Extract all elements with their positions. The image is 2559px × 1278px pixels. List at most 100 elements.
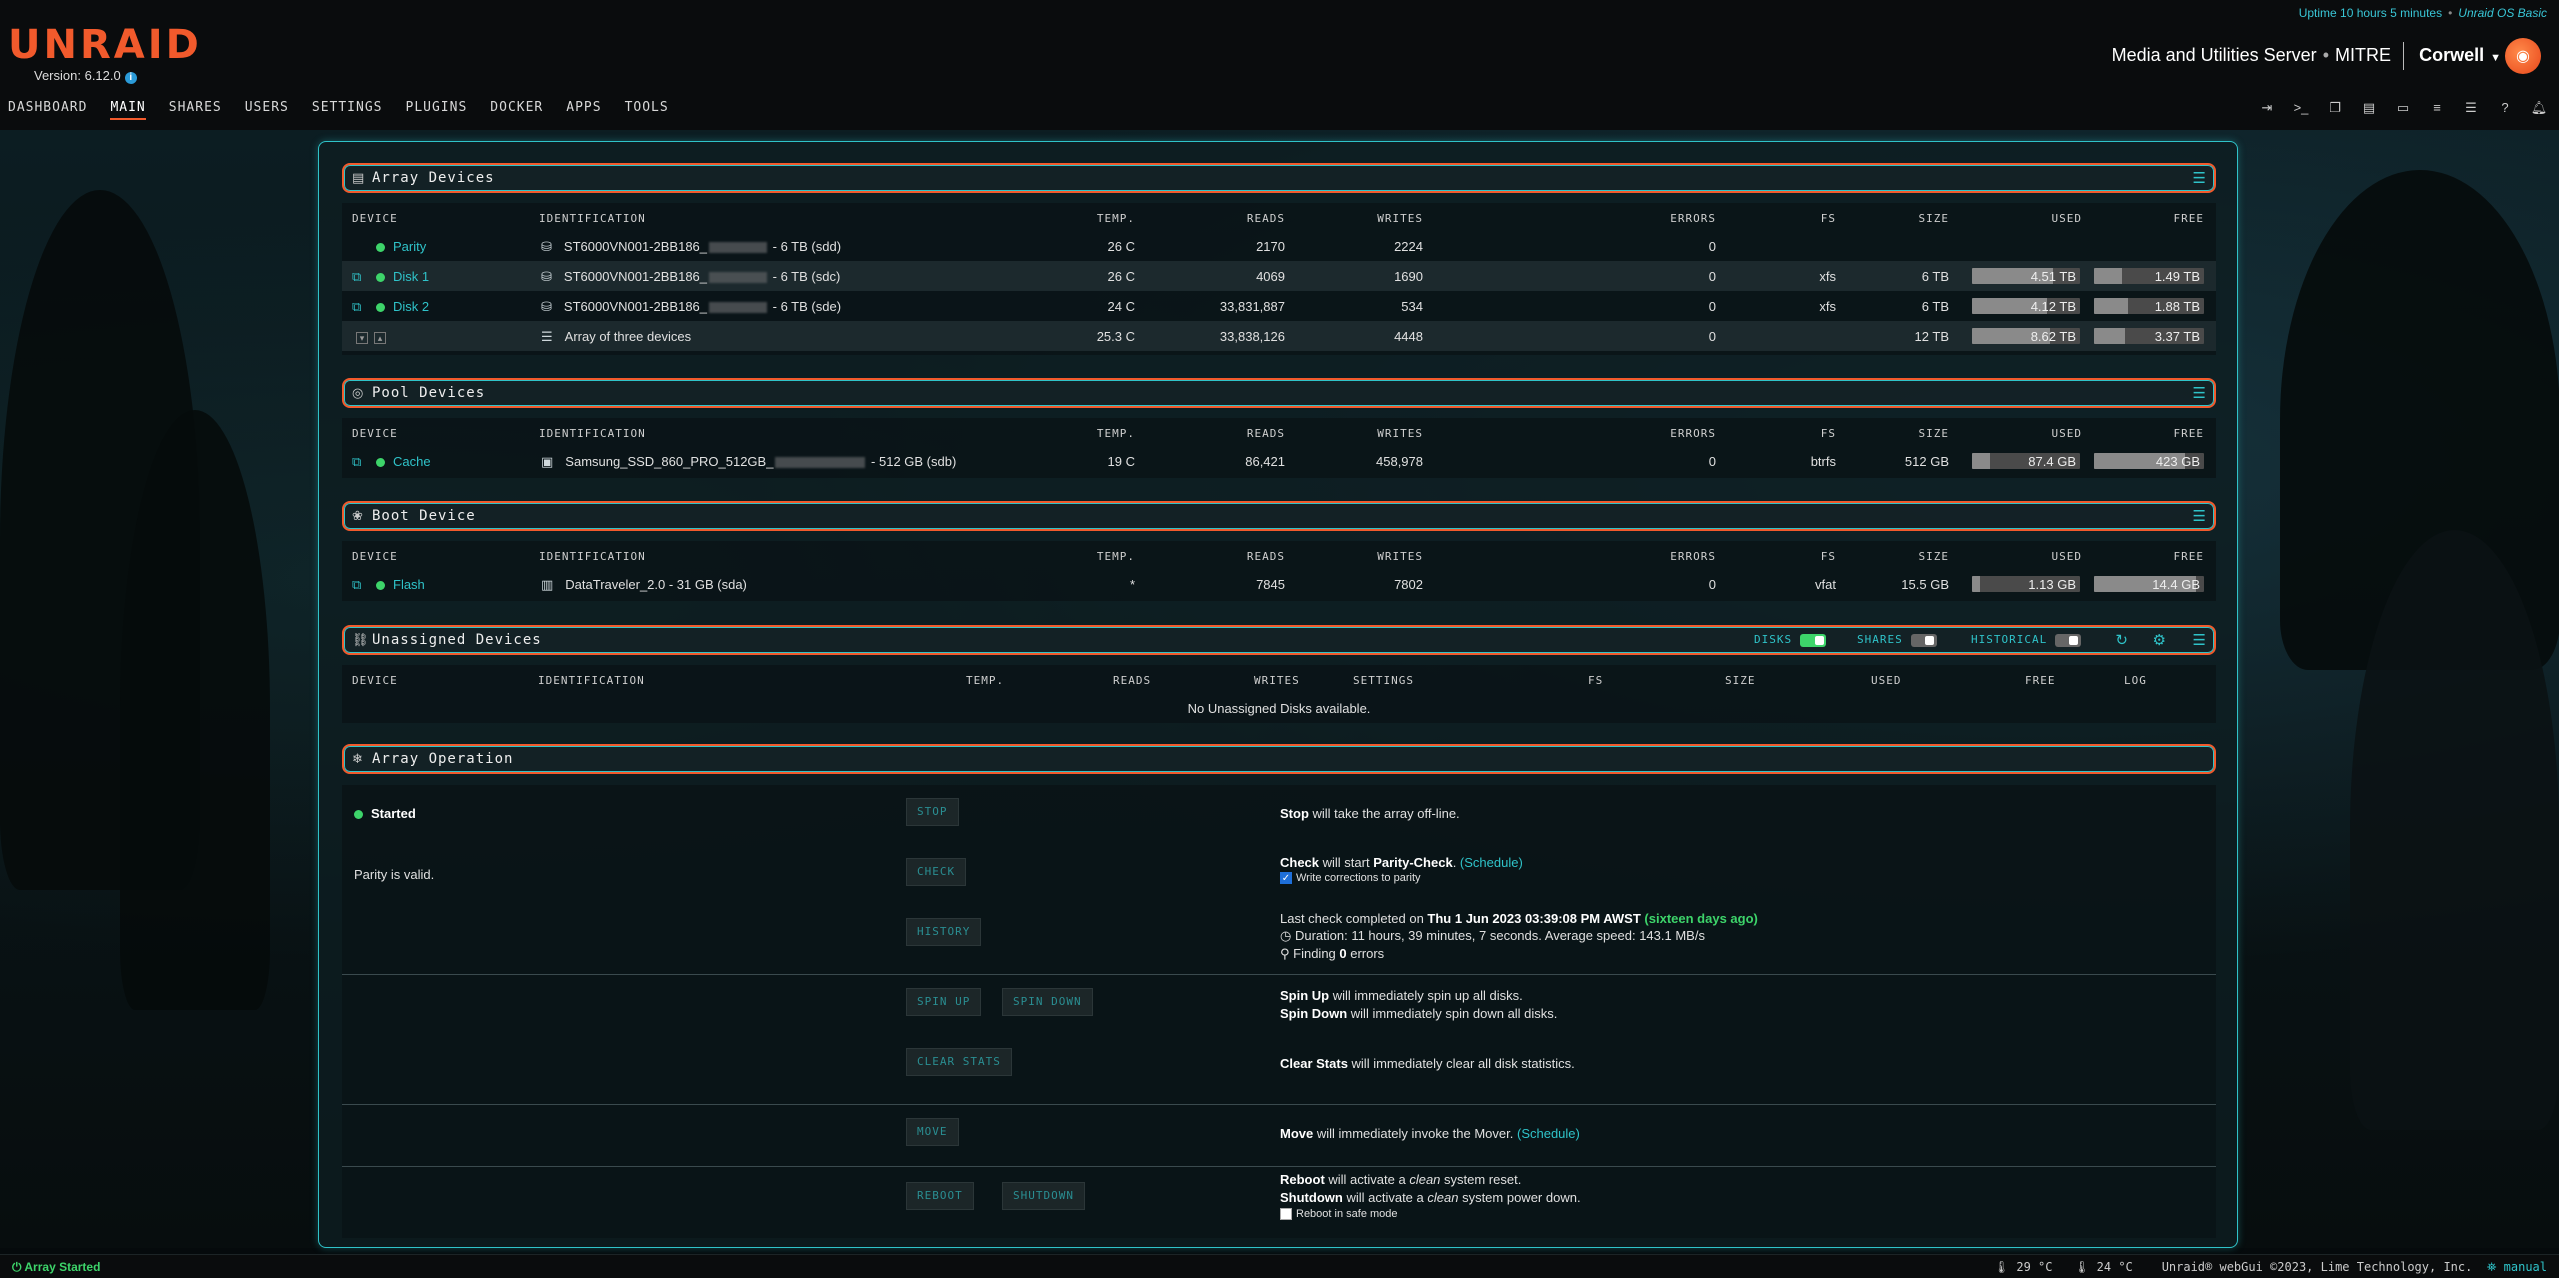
array-operation-panel: Started STOP Stop will take the array of… [342,785,2216,1238]
nav-users[interactable]: USERS [245,100,289,120]
section-title: Pool Devices [372,385,486,401]
nav-tools[interactable]: TOOLS [625,100,669,120]
pool-devices-header: ◎ Pool Devices ☰ [342,378,2216,408]
move-description: Move will immediately invoke the Mover. … [1280,1126,1580,1141]
hdd-icon: ⛁ [541,269,552,284]
external-link-icon[interactable]: ⧉ [352,269,361,285]
safe-mode-checkbox[interactable] [1280,1208,1292,1221]
shutdown-description: Shutdown will activate a clean system po… [1280,1190,1581,1205]
gear-icon[interactable]: ⚙ [2153,631,2166,649]
toolbar-icons: ⇥ >_ ❐ ▤ ▭ ≡ ☰ ? 🔔︎ [2257,100,2549,116]
table-row-total: ▾ ▴ ☰ Array of three devices 25.3 C 33,838… [342,321,2216,351]
log-icon[interactable]: ▤ [2359,100,2379,116]
external-link-icon[interactable]: ⧉ [352,577,361,593]
nav-docker[interactable]: DOCKER [490,100,543,120]
server-name: Media and Utilities Server [2111,45,2317,65]
database-icon: ▤ [352,170,365,185]
write-corrections-checkbox[interactable]: ✓ [1280,872,1292,885]
tasks-icon[interactable]: ☰ [2461,100,2481,116]
nav-settings[interactable]: SETTINGS [312,100,383,120]
help-icon[interactable]: ? [2495,100,2515,116]
pool-icon: ◎ [352,385,364,400]
info-icon[interactable]: i [124,72,137,84]
check-button[interactable]: CHECK [906,858,967,886]
bell-icon[interactable]: 🔔︎ [2529,100,2549,116]
historical-toggle[interactable]: HISTORICAL [1971,633,2082,647]
device-parity[interactable]: Parity [376,239,426,254]
reboot-description: Reboot will activate a clean system rese… [1280,1172,1522,1187]
clear-stats-description: Clear Stats will immediately clear all d… [1280,1056,1575,1071]
toggle-switch[interactable] [1800,633,1827,647]
paw-icon: ❀ [352,508,363,523]
expand-icon[interactable]: ▴ [374,332,386,344]
search-icon: ⚲ [1280,946,1294,961]
terminal-icon[interactable]: >_ [2291,100,2311,116]
table-header: DEVICE IDENTIFICATION TEMP. READS WRITES… [352,550,2204,563]
list-icon[interactable]: ≡ [2427,100,2447,116]
status-dot [376,243,385,253]
nav-main[interactable]: MAIN [110,100,146,120]
clear-stats-button[interactable]: CLEAR STATS [906,1048,1012,1076]
shutdown-button[interactable]: SHUTDOWN [1002,1182,1085,1210]
spin-up-description: Spin Up will immediately spin up all dis… [1280,988,1523,1003]
finding-errors: ⚲ Finding 0 errors [1280,946,1385,961]
list-toggle-icon[interactable]: ☰ [2193,631,2206,649]
logout-icon[interactable]: ⇥ [2257,100,2277,116]
list-toggle-icon[interactable]: ☰ [2193,507,2206,525]
manual-link[interactable]: ⛯ manual [2487,1260,2547,1274]
user-menu[interactable]: Corwell ▼ [2419,45,2501,66]
device-disk1[interactable]: Disk 1 [376,269,429,284]
section-title: Array Operation [372,751,514,767]
device-cache[interactable]: Cache [376,454,431,469]
schedule-link[interactable]: (Schedule) [1460,855,1523,870]
boot-device-header: ❀ Boot Device ☰ [342,501,2216,531]
status-dot [376,581,385,591]
nav-plugins[interactable]: PLUGINS [406,100,468,120]
divider [342,1104,2216,1105]
refresh-icon[interactable]: ↻ [2115,631,2128,649]
top-header: UNRAID Version: 6.12.0 i Uptime 10 hours … [0,0,2559,130]
write-corrections[interactable]: ✓ Write corrections to parity [1280,872,1421,885]
safe-mode-option[interactable]: Reboot in safe mode [1280,1208,1398,1221]
array-status-footer: ⏻ Array Started [12,1260,101,1274]
free-bar: 423 GB [2094,453,2204,469]
footer-right: 🌡︎ 29 °C 🌡︎ 24 °C Unraid® webGui ©2023, … [1994,1260,2547,1275]
mover-schedule-link[interactable]: (Schedule) [1517,1126,1580,1141]
list-toggle-icon[interactable]: ☰ [2193,384,2206,402]
device-disk2[interactable]: Disk 2 [376,299,429,314]
check-description: Check will start Parity-Check. (Schedule… [1280,855,1523,870]
new-window-icon[interactable]: ❐ [2325,100,2345,116]
list-toggle-icon[interactable]: ☰ [2193,169,2206,187]
toggle-switch[interactable] [1910,633,1937,647]
nav-shares[interactable]: SHARES [169,100,222,120]
stop-button[interactable]: STOP [906,798,959,826]
table-row: ⧉ Disk 1 ⛁ ST6000VN001-2BB186_ - 6 TB (sd… [342,261,2216,291]
user-avatar[interactable]: ◉ [2505,38,2541,74]
table-header: DEVICE IDENTIFICATION TEMP. READS WRITES… [352,674,2147,687]
license-link[interactable]: Unraid OS Basic [2458,6,2547,20]
used-bar: 87.4 GB [1972,453,2080,469]
reboot-button[interactable]: REBOOT [906,1182,974,1210]
disks-toggle[interactable]: DISKS [1754,633,1827,647]
nav-dashboard[interactable]: DASHBOARD [8,100,87,120]
device-flash[interactable]: Flash [376,577,425,592]
device-id: ▣ Samsung_SSD_860_PRO_512GB_ - 512 GB (sd… [541,454,957,469]
cpu-temp-icon: 🌡︎ [1993,1260,2010,1274]
external-link-icon[interactable]: ⧉ [352,454,361,470]
toggle-switch[interactable] [2055,633,2082,647]
unraid-logo[interactable]: UNRAID [8,22,202,68]
spin-up-button[interactable]: SPIN UP [906,988,982,1016]
table-header: DEVICE IDENTIFICATION TEMP. READS WRITES… [352,427,2204,440]
device-id: ▥ DataTraveler_2.0 - 31 GB (sda) [541,577,747,592]
unlink-icon: ⛓ [352,632,369,647]
spin-down-button[interactable]: SPIN DOWN [1002,988,1093,1016]
move-button[interactable]: MOVE [906,1118,959,1146]
display-icon[interactable]: ▭ [2393,100,2413,116]
external-link-icon[interactable]: ⧉ [352,299,361,315]
power-icon: ⏻ [12,1260,25,1274]
history-button[interactable]: HISTORY [906,918,982,946]
collapse-icon[interactable]: ▾ [356,332,368,344]
shares-toggle[interactable]: SHARES [1857,633,1937,647]
nav-apps[interactable]: APPS [566,100,601,120]
used-bar: 1.13 GB [1972,576,2080,592]
